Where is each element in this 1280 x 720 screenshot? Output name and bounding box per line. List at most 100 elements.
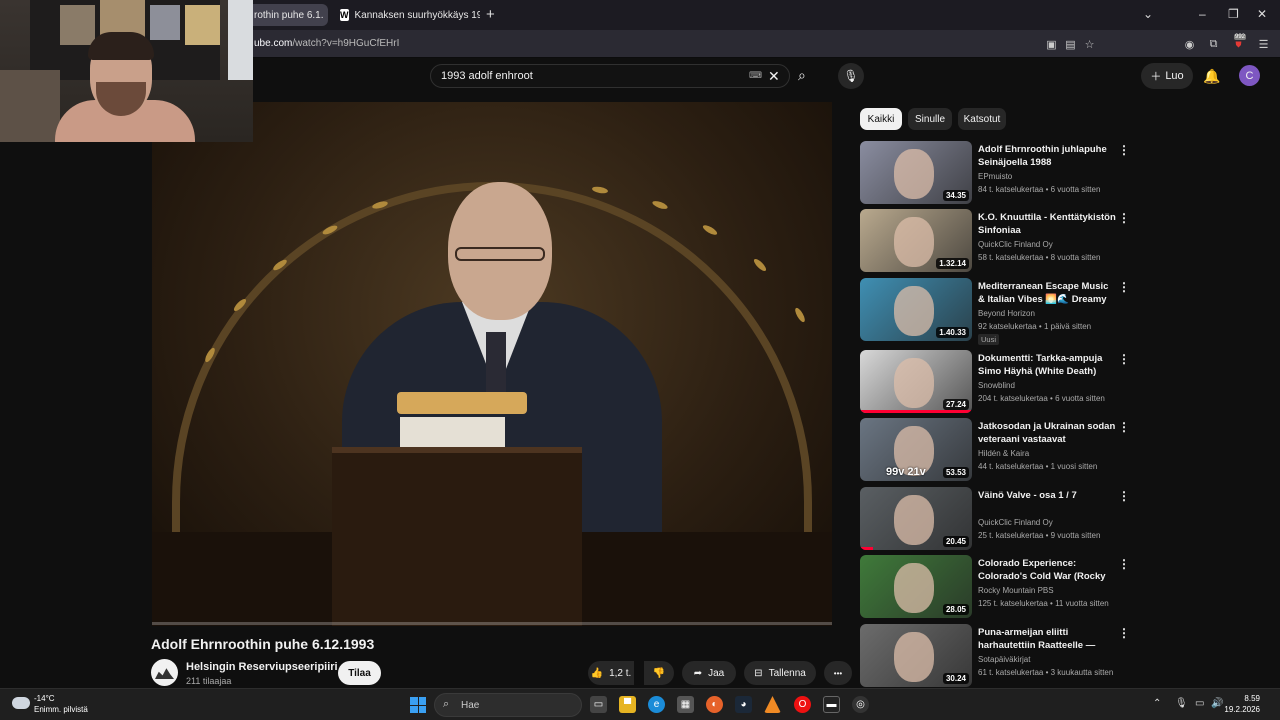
recommendation-title[interactable]: K.O. Knuuttila - Kenttätykistön Sinfonia…: [978, 211, 1116, 237]
reader-icon[interactable]: ▤: [1064, 38, 1077, 51]
more-actions-button[interactable]: •••: [824, 661, 852, 685]
weather-temperature[interactable]: -14°C: [34, 694, 55, 703]
channel-name[interactable]: Helsingin Reserviupseeripiiri: [186, 661, 338, 673]
video-thumbnail[interactable]: 20.45: [860, 487, 972, 550]
video-thumbnail[interactable]: 99v 21v 53.53: [860, 418, 972, 481]
recommendation-channel[interactable]: Rocky Mountain PBS: [978, 586, 1054, 595]
recommendation-item[interactable]: 30.24 Puna-armeijan eliitti harhautettiin…: [860, 624, 1140, 690]
tab-close-icon[interactable]: ✕: [324, 9, 329, 22]
subscribe-button[interactable]: Tilaa: [338, 661, 381, 685]
recommendation-channel[interactable]: Beyond Horizon: [978, 309, 1035, 318]
chip-all[interactable]: Kaikki: [860, 108, 902, 130]
microphone-icon[interactable]: 🎙: [838, 63, 864, 89]
close-window-button[interactable]: ✕: [1257, 7, 1267, 21]
video-player[interactable]: [152, 102, 832, 626]
save-button[interactable]: ⊟ Tallenna: [744, 661, 816, 685]
file-explorer-icon[interactable]: ▀: [619, 696, 636, 713]
recommendation-channel[interactable]: Sotapäiväkirjat: [978, 655, 1030, 664]
tab-label: Kannaksen suurhyökkäys 1944: [354, 9, 481, 21]
channel-avatar[interactable]: [151, 659, 178, 686]
recommendation-item[interactable]: 1.32.14 K.O. Knuuttila - Kenttätykistön S…: [860, 209, 1140, 275]
recommendation-channel[interactable]: Snowblind: [978, 381, 1015, 390]
like-button[interactable]: 👍 1,2 t.: [588, 661, 634, 685]
new-tab-button[interactable]: +: [486, 6, 495, 23]
recommendation-channel[interactable]: QuickClic Finland Oy: [978, 240, 1053, 249]
pip-icon[interactable]: ▣: [1045, 38, 1058, 51]
more-options-icon[interactable]: ⋮: [1118, 280, 1130, 294]
firefox-icon[interactable]: ◐: [706, 696, 723, 713]
create-button[interactable]: ＋ Luo: [1141, 63, 1193, 89]
more-options-icon[interactable]: ⋮: [1118, 352, 1130, 366]
steam-icon[interactable]: ◕: [735, 696, 752, 713]
edge-icon[interactable]: e: [648, 696, 665, 713]
video-thumbnail[interactable]: 28.05: [860, 555, 972, 618]
more-options-icon[interactable]: ⋮: [1118, 211, 1130, 225]
browser-tab-active[interactable]: rothin puhe 6.1. ✕: [246, 4, 328, 26]
network-icon[interactable]: ▭: [1195, 698, 1204, 709]
recommendation-title[interactable]: Väinö Valve - osa 1 / 7: [978, 489, 1116, 502]
extensions-icon[interactable]: ⧉: [1207, 38, 1220, 51]
search-box[interactable]: 1993 adolf enhroot ⌨ ✕: [430, 64, 790, 88]
video-duration: 34.35: [942, 190, 969, 201]
recommendation-title[interactable]: Mediterranean Escape Music & Italian Vib…: [978, 280, 1116, 307]
recommendation-title[interactable]: Dokumentti: Tarkka-ampuja Simo Häyhä (Wh…: [978, 352, 1116, 378]
clear-search-icon[interactable]: ✕: [768, 68, 780, 85]
recommendation-item[interactable]: 1.40.33 Mediterranean Escape Music & Ital…: [860, 278, 1140, 345]
video-thumbnail[interactable]: 34.35: [860, 141, 972, 204]
keyboard-icon[interactable]: ⌨: [749, 70, 762, 81]
maximize-button[interactable]: ❐: [1228, 7, 1239, 21]
store-icon[interactable]: ▦: [677, 696, 694, 713]
recommendation-item[interactable]: 20.45 Väinö Valve - osa 1 / 7 QuickClic Fi…: [860, 487, 1140, 553]
notifications-bell-icon[interactable]: 🔔: [1203, 68, 1220, 85]
list-tabs-icon[interactable]: ⌄: [1143, 7, 1153, 21]
laurel-decoration: [752, 257, 768, 273]
recommendation-channel[interactable]: Hildén & Kaira: [978, 449, 1029, 458]
bookmark-star-icon[interactable]: ☆: [1083, 38, 1096, 51]
obs-icon[interactable]: ◎: [852, 696, 869, 713]
video-progress-bar[interactable]: [152, 622, 832, 625]
browser-tab[interactable]: W Kannaksen suurhyökkäys 1944 ✕: [332, 4, 480, 26]
weather-description[interactable]: Enimm. pilvistä: [34, 705, 88, 714]
url-field[interactable]: ube.com/watch?v=h9HGuCfEHrI: [254, 38, 399, 49]
recommendation-item[interactable]: 34.35 Adolf Ehrnroothin juhlapuhe Seinäjo…: [860, 141, 1140, 207]
menu-icon[interactable]: ☰: [1257, 38, 1270, 51]
recommendation-title[interactable]: Adolf Ehrnroothin juhlapuhe Seinäjoella …: [978, 143, 1116, 169]
recommendation-item[interactable]: 99v 21v 53.53 Jatkosodan ja Ukrainan sodan…: [860, 418, 1140, 484]
recommendation-channel[interactable]: EPmuisto: [978, 172, 1012, 181]
recommendation-item[interactable]: 27.24 Dokumentti: Tarkka-ampuja Simo Häyh…: [860, 350, 1140, 416]
minimize-button[interactable]: ‒: [1199, 7, 1206, 21]
more-options-icon[interactable]: ⋮: [1118, 420, 1130, 434]
video-thumbnail[interactable]: 27.24: [860, 350, 972, 413]
task-view-icon[interactable]: ▭: [590, 696, 607, 713]
dislike-button[interactable]: 👎: [644, 661, 674, 685]
video-thumbnail[interactable]: 1.32.14: [860, 209, 972, 272]
video-thumbnail[interactable]: 30.24: [860, 624, 972, 687]
recommendation-item[interactable]: 28.05 Colorado Experience: Colorado's Col…: [860, 555, 1140, 621]
clock-date[interactable]: 19.2.2026: [1218, 705, 1260, 714]
more-options-icon[interactable]: ⋮: [1118, 626, 1130, 640]
chip-for-you[interactable]: Sinulle: [908, 108, 952, 130]
recommendation-title[interactable]: Colorado Experience: Colorado's Cold War…: [978, 557, 1116, 584]
more-options-icon[interactable]: ⋮: [1118, 489, 1130, 503]
search-input[interactable]: 1993 adolf enhroot: [441, 70, 533, 82]
account-icon[interactable]: ◉: [1183, 38, 1196, 51]
windows-start-icon[interactable]: [410, 697, 426, 713]
avatar[interactable]: C: [1239, 65, 1260, 86]
share-button[interactable]: ➦ Jaa: [682, 661, 736, 685]
microphone-tray-icon[interactable]: 🎙: [1175, 698, 1188, 709]
more-options-icon[interactable]: ⋮: [1118, 143, 1130, 157]
vlc-icon[interactable]: [764, 696, 781, 713]
chip-watched[interactable]: Katsotut: [958, 108, 1006, 130]
weather-cloud-icon[interactable]: [12, 697, 30, 709]
opera-icon[interactable]: O: [794, 696, 811, 713]
recommendation-title[interactable]: Puna-armeijan eliitti harhautettiin Raat…: [978, 626, 1116, 653]
recommendation-channel[interactable]: QuickClic Finland Oy: [978, 518, 1053, 527]
video-thumbnail[interactable]: 1.40.33: [860, 278, 972, 341]
clock-time[interactable]: 8.59: [1224, 694, 1260, 703]
search-icon[interactable]: ⌕: [798, 67, 806, 84]
recommendation-title[interactable]: Jatkosodan ja Ukrainan sodan veteraani v…: [978, 420, 1116, 447]
more-options-icon[interactable]: ⋮: [1118, 557, 1130, 571]
taskbar-search[interactable]: ⌕ Hae: [434, 693, 582, 717]
terminal-icon[interactable]: ▬: [823, 696, 840, 713]
tray-chevron-icon[interactable]: ⌃: [1153, 698, 1161, 709]
